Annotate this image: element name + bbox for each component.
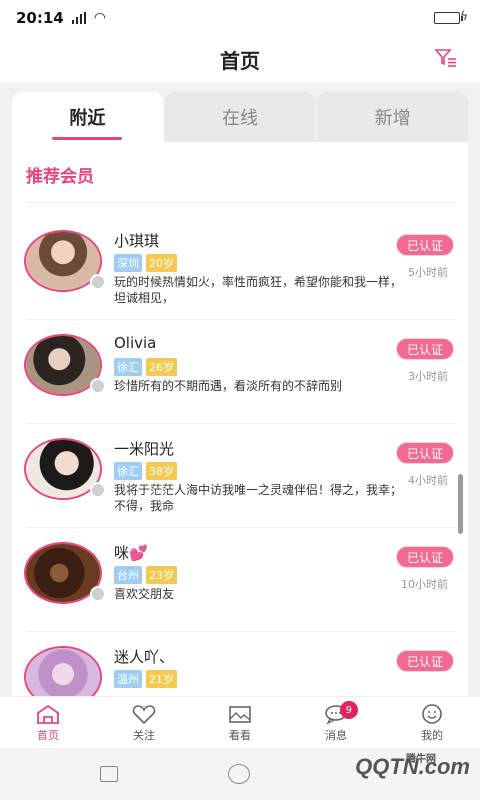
tab-online[interactable]: 在线 [164, 92, 316, 142]
last-active-time: 10小时前 [401, 578, 448, 591]
watermark: 腾牛网 QQTN.com [355, 754, 470, 780]
member-tags: 徐汇 38岁 [114, 462, 177, 480]
watermark-small: 腾牛网 [406, 754, 436, 765]
photos-icon [229, 705, 251, 723]
nav-home[interactable]: 首页 [0, 697, 96, 748]
nav-label: 关注 [133, 728, 155, 742]
heart-icon [132, 704, 156, 724]
profile-icon [422, 703, 442, 724]
member-list-panel: 推荐会员 小琪琪 深圳 20岁 玩的时候热情如火，率性而疯狂，希望你能和我一样，… [12, 142, 468, 696]
wifi-icon: ◠ [93, 10, 106, 26]
nav-label: 首页 [37, 728, 59, 742]
list-item[interactable]: Olivia 徐汇 26岁 珍惜所有的不期而遇，看淡所有的不辞而别 已认证 3小… [12, 320, 468, 424]
battery-icon [434, 12, 463, 24]
avatar[interactable] [24, 646, 102, 696]
city-tag: 徐汇 [114, 462, 142, 480]
status-bar: 20:14 ◠ ϟ [0, 0, 480, 36]
charging-icon: ϟ [460, 9, 468, 23]
last-active-time: 4小时前 [408, 474, 448, 487]
city-tag: 徐汇 [114, 358, 142, 376]
nav-profile[interactable]: 我的 [384, 697, 480, 748]
nav-label: 我的 [421, 728, 443, 742]
tab-underline [52, 137, 123, 140]
member-name: Olivia [114, 334, 157, 352]
age-tag: 23岁 [146, 566, 177, 584]
filter-icon[interactable] [434, 46, 458, 70]
signal-icon [71, 12, 86, 24]
list-item[interactable]: 迷人吖、 温州 21岁 已认证 [12, 632, 468, 696]
verified-badge: 已认证 [396, 338, 454, 360]
tab-new[interactable]: 新增 [317, 92, 469, 142]
last-active-time: 5小时前 [408, 266, 448, 279]
age-tag: 38岁 [146, 462, 177, 480]
member-tags: 深圳 20岁 [114, 254, 177, 272]
home-button-icon[interactable] [228, 764, 250, 784]
list-item[interactable]: 小琪琪 深圳 20岁 玩的时候热情如火，率性而疯狂，希望你能和我一样，坦诚相见，… [12, 216, 468, 320]
tab-label: 在线 [222, 108, 258, 129]
member-tags: 台州 23岁 [114, 566, 177, 584]
nav-follow[interactable]: 关注 [96, 697, 192, 748]
system-nav-bar: 腾牛网 QQTN.com [0, 748, 480, 800]
unread-badge: 9 [339, 701, 358, 719]
verified-badge: 已认证 [396, 650, 454, 672]
member-description: 玩的时候热情如火，率性而疯狂，希望你能和我一样，坦诚相见， [114, 275, 403, 305]
member-description: 珍惜所有的不期而遇，看淡所有的不辞而别 [114, 379, 343, 393]
page-title: 首页 [220, 48, 260, 73]
nav-browse[interactable]: 看看 [192, 697, 288, 748]
home-icon [37, 704, 59, 724]
nav-label: 看看 [229, 728, 251, 742]
status-time: 20:14 [16, 9, 64, 27]
member-name: 咪💕 [114, 544, 148, 562]
verified-badge: 已认证 [396, 234, 454, 256]
member-name: 小琪琪 [114, 232, 160, 250]
tab-label: 附近 [69, 108, 106, 129]
tab-bar: 附近 在线 新增 [12, 92, 469, 142]
member-description: 喜欢交朋友 [114, 587, 175, 601]
verified-badge: 已认证 [396, 442, 454, 464]
bottom-nav: 首页 关注 看看 消息 9 我的 [0, 696, 480, 748]
online-status-dot [90, 378, 106, 394]
tab-label: 新增 [374, 108, 411, 129]
member-description: 我将于茫茫人海中访我唯一之灵魂伴侣！得之，我幸；不得，我命 [114, 483, 403, 513]
age-tag: 26岁 [146, 358, 177, 376]
city-tag: 深圳 [114, 254, 142, 272]
tab-nearby[interactable]: 附近 [12, 92, 163, 142]
age-tag: 20岁 [146, 254, 177, 272]
list-item[interactable]: 咪💕 台州 23岁 喜欢交朋友 已认证 10小时前 [12, 528, 468, 632]
online-status-dot [90, 482, 106, 498]
scrollbar[interactable] [458, 474, 463, 534]
city-tag: 温州 [114, 670, 142, 688]
nav-label: 消息 [325, 728, 347, 742]
member-name: 迷人吖、 [114, 648, 175, 666]
verified-badge: 已认证 [396, 546, 454, 568]
divider [26, 202, 456, 203]
age-tag: 21岁 [146, 670, 177, 688]
nav-messages[interactable]: 消息 9 [288, 697, 384, 748]
city-tag: 台州 [114, 566, 142, 584]
list-item[interactable]: 一米阳光 徐汇 38岁 我将于茫茫人海中访我唯一之灵魂伴侣！得之，我幸；不得，我… [12, 424, 468, 528]
member-name: 一米阳光 [114, 440, 175, 458]
online-status-dot [90, 274, 106, 290]
online-status-dot [90, 586, 106, 602]
last-active-time: 3小时前 [408, 370, 448, 383]
header: 首页 [0, 36, 480, 82]
section-title: 推荐会员 [26, 167, 94, 187]
recent-apps-icon[interactable] [100, 766, 118, 782]
member-tags: 温州 21岁 [114, 670, 177, 688]
member-tags: 徐汇 26岁 [114, 358, 177, 376]
